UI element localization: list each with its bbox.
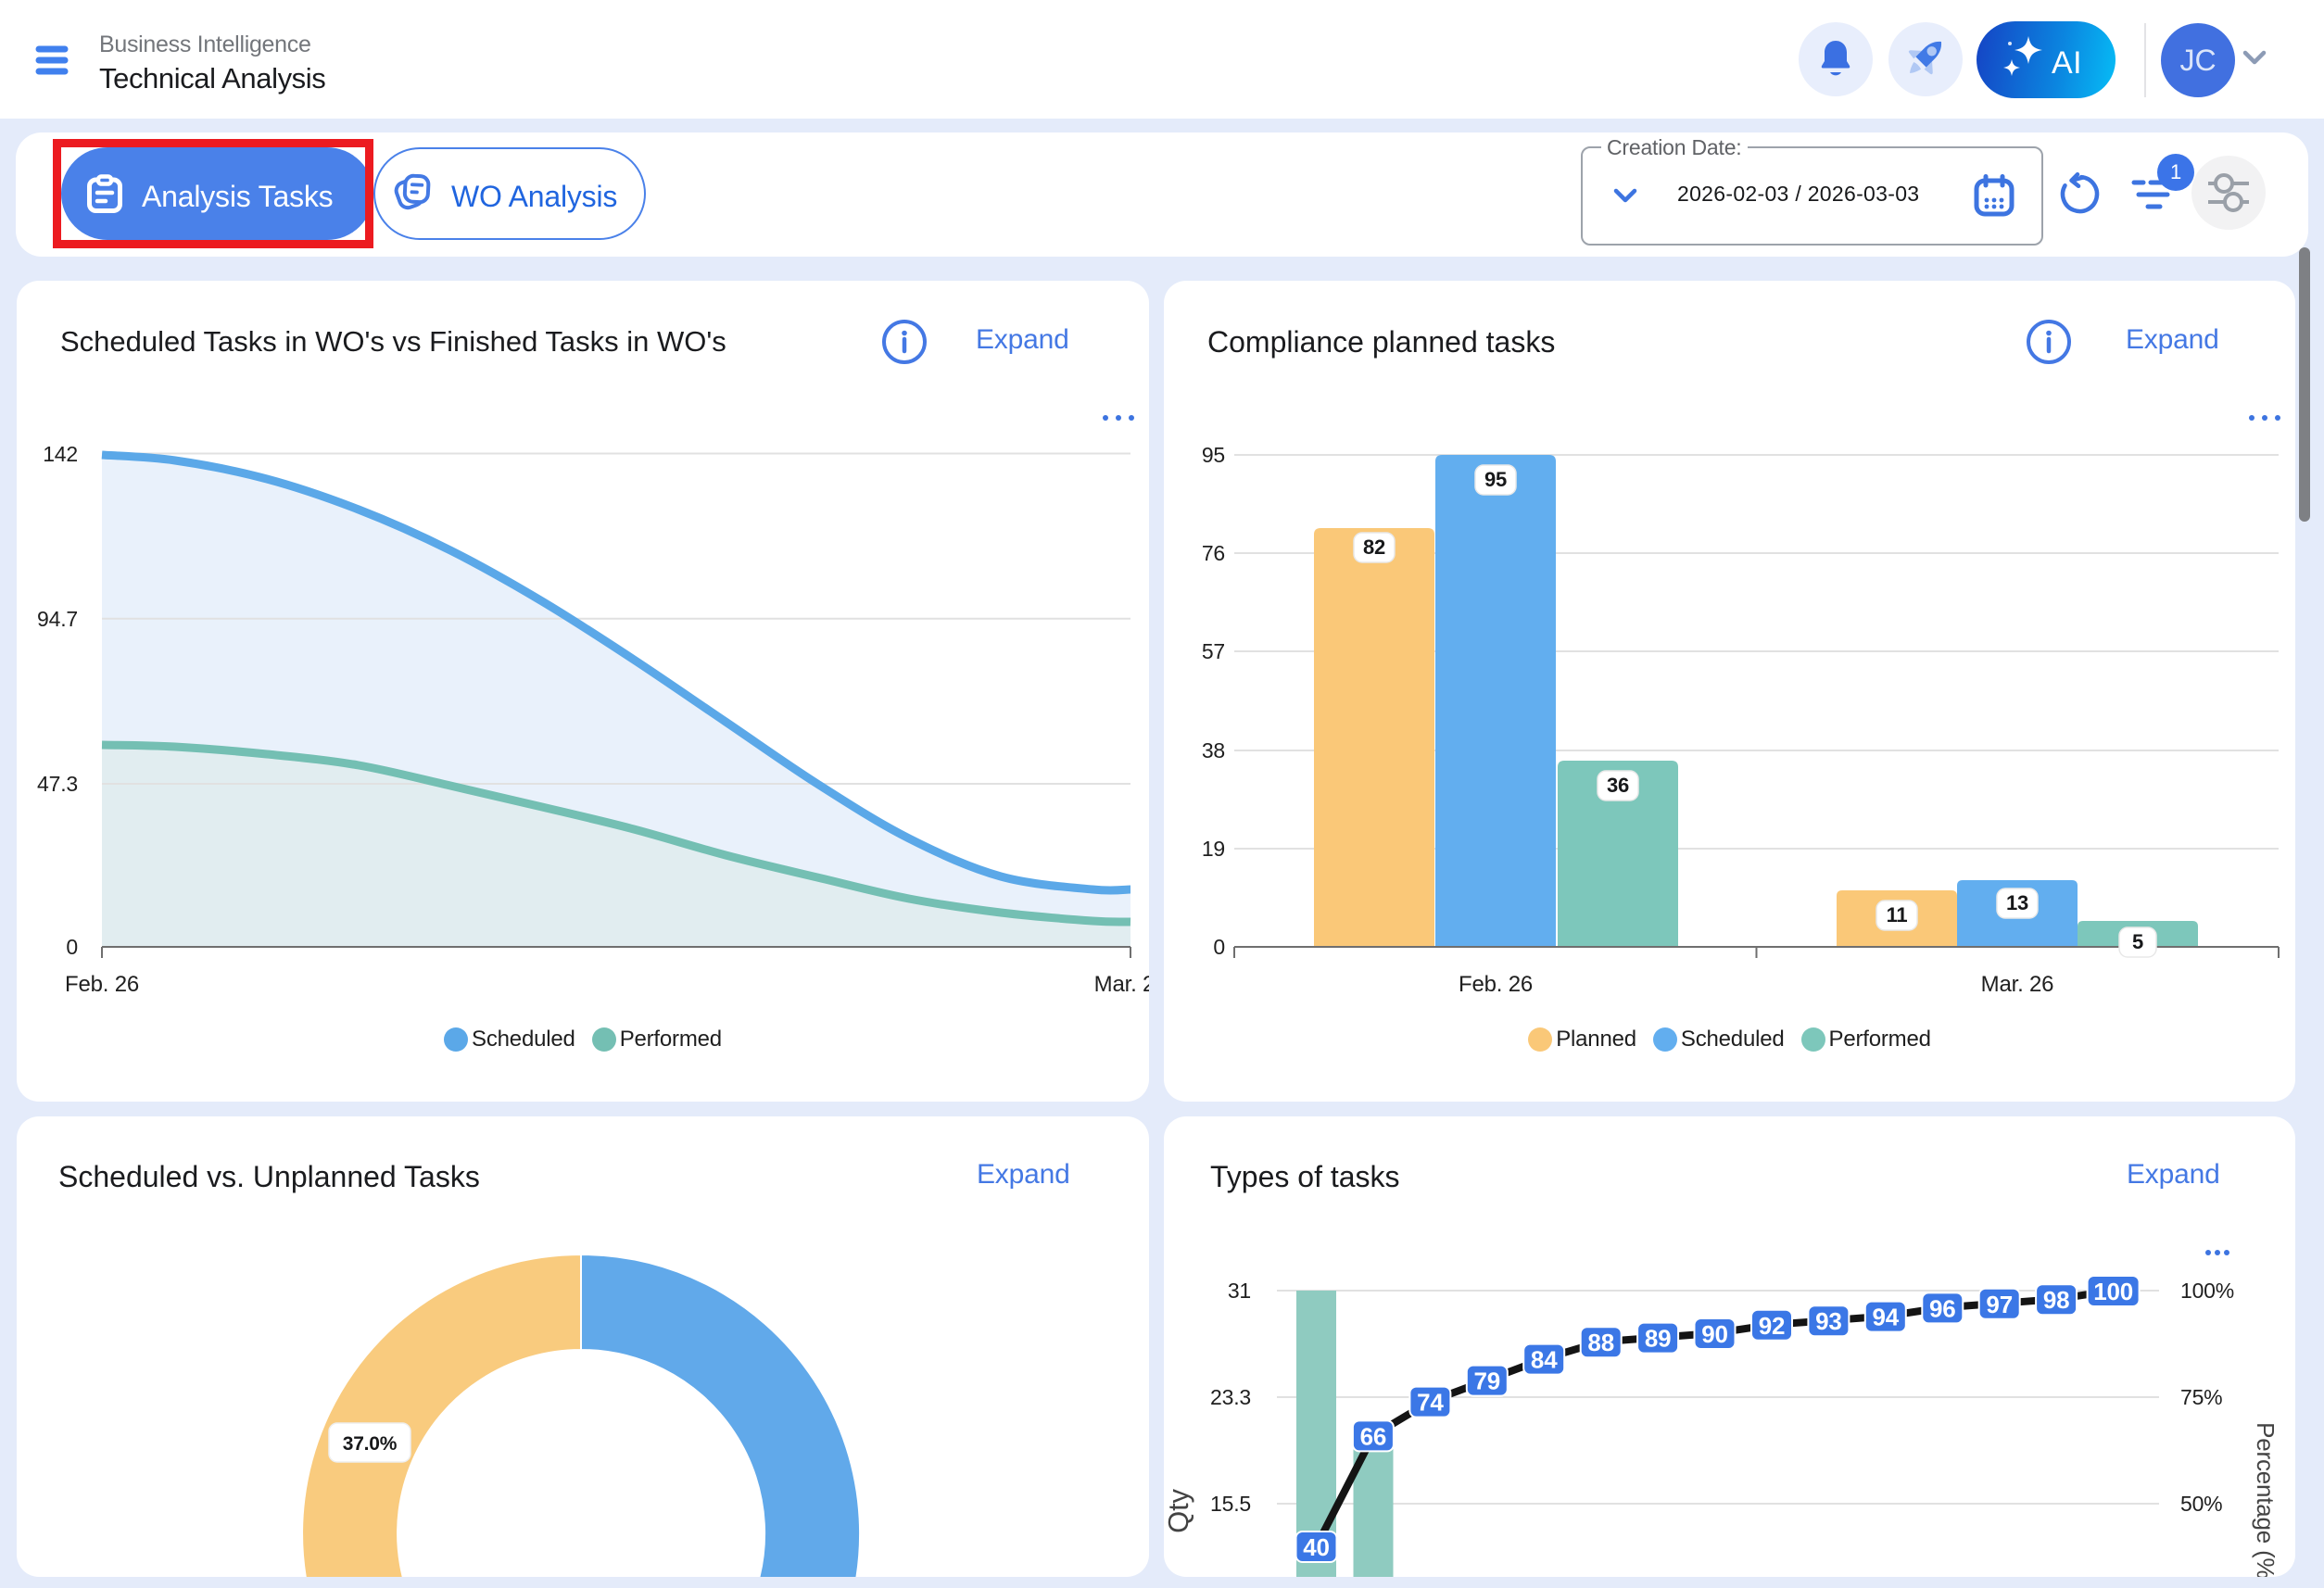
svg-text:38: 38 <box>1202 738 1225 762</box>
svg-text:96: 96 <box>1929 1294 1956 1322</box>
svg-text:95: 95 <box>1484 468 1507 491</box>
svg-text:79: 79 <box>1474 1367 1501 1395</box>
svg-text:97: 97 <box>1986 1291 2013 1318</box>
svg-text:Feb. 26: Feb. 26 <box>65 972 139 997</box>
svg-text:50%: 50% <box>2180 1492 2222 1516</box>
svg-text:5: 5 <box>2132 930 2143 953</box>
svg-text:23.3: 23.3 <box>1210 1385 1251 1409</box>
svg-text:88: 88 <box>1587 1329 1614 1356</box>
svg-text:40: 40 <box>1303 1533 1330 1561</box>
svg-text:76: 76 <box>1202 541 1225 565</box>
svg-text:Feb. 26: Feb. 26 <box>1459 972 1533 997</box>
svg-text:95: 95 <box>1202 443 1225 467</box>
svg-text:Percentage (%): Percentage (%) <box>2252 1422 2280 1577</box>
svg-text:31: 31 <box>1228 1279 1251 1303</box>
svg-text:75%: 75% <box>2180 1385 2222 1409</box>
svg-text:13: 13 <box>2006 891 2028 914</box>
svg-text:100%: 100% <box>2180 1279 2234 1303</box>
svg-text:0: 0 <box>66 935 78 959</box>
svg-text:11: 11 <box>1887 903 1908 926</box>
svg-text:90: 90 <box>1701 1320 1728 1348</box>
svg-text:15.5: 15.5 <box>1210 1492 1251 1516</box>
svg-text:93: 93 <box>1815 1307 1842 1335</box>
svg-text:37.0%: 37.0% <box>343 1433 398 1455</box>
svg-text:36: 36 <box>1607 774 1629 797</box>
svg-text:89: 89 <box>1645 1325 1672 1353</box>
svg-text:84: 84 <box>1531 1346 1558 1374</box>
svg-text:0: 0 <box>1213 935 1225 959</box>
svg-text:74: 74 <box>1417 1389 1444 1417</box>
svg-text:Mar. 26: Mar. 26 <box>1981 972 2054 997</box>
svg-text:82: 82 <box>1363 536 1385 559</box>
svg-text:47.3: 47.3 <box>37 772 78 796</box>
svg-text:Mar. 26: Mar. 26 <box>1094 972 1149 997</box>
svg-text:Qty: Qty <box>1164 1488 1194 1532</box>
svg-text:94: 94 <box>1873 1304 1900 1331</box>
svg-text:57: 57 <box>1202 639 1225 663</box>
svg-text:142: 142 <box>43 442 78 466</box>
svg-text:66: 66 <box>1360 1422 1387 1450</box>
svg-text:92: 92 <box>1759 1312 1786 1340</box>
svg-text:98: 98 <box>2043 1286 2070 1314</box>
svg-text:94.7: 94.7 <box>37 607 78 631</box>
svg-text:19: 19 <box>1202 837 1225 861</box>
svg-text:100: 100 <box>2093 1278 2133 1305</box>
